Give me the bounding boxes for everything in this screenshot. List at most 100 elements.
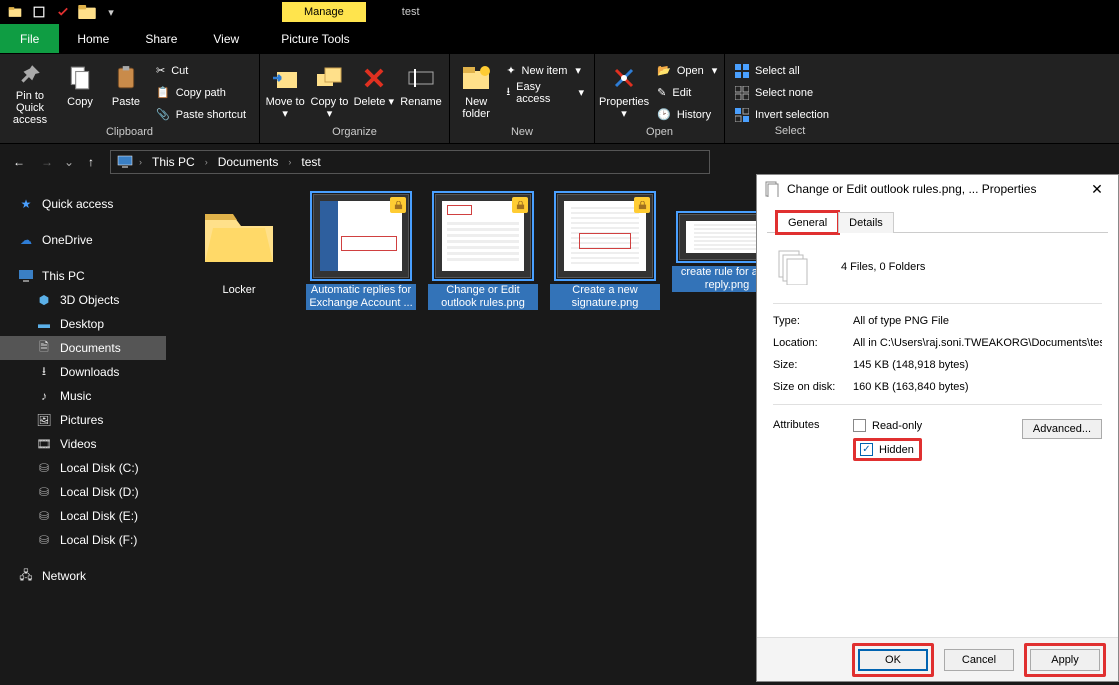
file-item-image[interactable]: Automatic replies for Exchange Account .… <box>306 194 416 685</box>
lock-icon <box>512 197 528 213</box>
sidebar-item-downloads[interactable]: ⭳Downloads <box>0 360 166 384</box>
select-all-button[interactable]: Select all <box>729 60 835 81</box>
chevron-icon[interactable]: › <box>203 157 210 167</box>
select-none-button[interactable]: Select none <box>729 82 835 103</box>
group-clipboard-label: Clipboard <box>4 126 255 143</box>
chevron-icon[interactable]: › <box>137 157 144 167</box>
size-key: Size: <box>773 359 853 371</box>
delete-button[interactable]: Delete ▾ <box>353 58 395 126</box>
pin-quick-access-button[interactable]: Pin to Quick access <box>4 58 56 126</box>
properties-label: Properties ▾ <box>599 96 649 120</box>
copy-to-button[interactable]: Copy to ▾ <box>308 58 350 126</box>
disk-icon: ⛁ <box>36 508 52 524</box>
crumb-documents[interactable]: Documents <box>214 155 283 169</box>
qat-check-icon[interactable] <box>52 2 74 22</box>
pictures-label: Pictures <box>60 413 103 427</box>
sidebar-item-3d-objects[interactable]: ⬢3D Objects <box>0 288 166 312</box>
contextual-tab-manage[interactable]: Manage <box>282 2 366 22</box>
copy-button[interactable]: Copy <box>58 58 102 126</box>
quick-access-toolbar: ▾ <box>4 2 122 22</box>
close-button[interactable]: ✕ <box>1084 176 1110 202</box>
file-item-image[interactable]: Change or Edit outlook rules.png <box>428 194 538 685</box>
paste-button[interactable]: Paste <box>104 58 148 126</box>
cancel-button[interactable]: Cancel <box>944 649 1014 671</box>
cut-button[interactable]: ✂Cut <box>150 60 252 81</box>
sidebar-item-music[interactable]: ♪Music <box>0 384 166 408</box>
open-button[interactable]: 📂Open▾ <box>651 60 723 81</box>
tab-details[interactable]: Details <box>838 212 894 233</box>
nav-up-button[interactable]: ↑ <box>78 149 104 175</box>
move-to-button[interactable]: Move to ▾ <box>264 58 306 126</box>
copy-path-button[interactable]: 📋Copy path <box>150 82 252 103</box>
tab-file[interactable]: File <box>0 24 59 53</box>
open-label: Open <box>677 65 704 77</box>
sidebar-item-disk-f[interactable]: ⛁Local Disk (F:) <box>0 528 166 552</box>
easy-access-button[interactable]: ⭳Easy access▾ <box>500 82 590 103</box>
edit-button[interactable]: ✎Edit <box>651 82 723 103</box>
rename-button[interactable]: Rename <box>397 58 445 126</box>
nav-back-button[interactable]: ← <box>6 149 32 175</box>
sidebar-item-disk-c[interactable]: ⛁Local Disk (C:) <box>0 456 166 480</box>
crumb-test[interactable]: test <box>297 155 324 169</box>
apply-button[interactable]: Apply <box>1030 649 1100 671</box>
dialog-title-bar[interactable]: Change or Edit outlook rules.png, ... Pr… <box>757 175 1118 203</box>
nav-recent-button[interactable]: ⌄ <box>62 149 76 175</box>
qat-dropdown-icon[interactable]: ▾ <box>100 2 122 22</box>
sidebar-item-disk-d[interactable]: ⛁Local Disk (D:) <box>0 480 166 504</box>
cube-icon: ⬢ <box>36 292 52 308</box>
sidebar-item-network[interactable]: 🖧 Network <box>0 564 166 588</box>
invert-selection-button[interactable]: Invert selection <box>729 104 835 125</box>
sidebar-item-quick-access[interactable]: ★Quick access <box>0 192 166 216</box>
crumb-this-pc[interactable]: This PC <box>148 155 199 169</box>
properties-button[interactable]: Properties ▾ <box>599 58 649 126</box>
sidebar-item-pictures[interactable]: 🖼 Pictures <box>0 408 166 432</box>
type-key: Type: <box>773 315 853 327</box>
disk-size-value: 160 KB (163,840 bytes) <box>853 381 1102 393</box>
tab-picture-tools[interactable]: Picture Tools <box>263 24 367 53</box>
ribbon-tabs: File Home Share View Picture Tools <box>0 24 1119 54</box>
new-folder-button[interactable]: New folder <box>454 58 498 126</box>
hidden-checkbox[interactable]: Hidden <box>860 443 914 456</box>
tab-share[interactable]: Share <box>127 24 195 53</box>
paste-shortcut-button[interactable]: 📎Paste shortcut <box>150 104 252 125</box>
easy-access-label: Easy access <box>516 81 570 105</box>
file-item-image[interactable]: Create a new signature.png <box>550 194 660 685</box>
sidebar-item-onedrive[interactable]: ☁OneDrive <box>0 228 166 252</box>
copy-icon <box>64 62 96 94</box>
ribbon: Pin to Quick access Copy Paste ✂Cut 📋Cop… <box>0 54 1119 144</box>
network-label: Network <box>42 569 86 583</box>
group-clipboard: Pin to Quick access Copy Paste ✂Cut 📋Cop… <box>0 54 260 143</box>
apply-highlight: Apply <box>1024 643 1106 677</box>
readonly-label: Read-only <box>872 420 922 432</box>
size-value: 145 KB (148,918 bytes) <box>853 359 1102 371</box>
nav-forward-button[interactable]: → <box>34 149 60 175</box>
desktop-label: Desktop <box>60 317 104 331</box>
readonly-checkbox[interactable]: Read-only <box>853 419 922 432</box>
tab-home[interactable]: Home <box>59 24 127 53</box>
sidebar-item-desktop[interactable]: ▬Desktop <box>0 312 166 336</box>
easy-access-icon: ⭳ <box>506 83 510 102</box>
file-item-folder[interactable]: Locker <box>184 194 294 685</box>
address-input[interactable]: › This PC › Documents › test <box>110 150 710 174</box>
disk-f-label: Local Disk (F:) <box>60 533 137 547</box>
tab-view[interactable]: View <box>195 24 257 53</box>
sidebar-item-videos[interactable]: 🎞Videos <box>0 432 166 456</box>
folder-menu-icon[interactable] <box>4 2 26 22</box>
pictures-icon: 🖼 <box>36 412 52 428</box>
sidebar-item-documents[interactable]: 🗎Documents <box>0 336 166 360</box>
select-none-icon <box>735 86 749 100</box>
new-item-button[interactable]: ✦New item▾ <box>500 60 590 81</box>
history-label: History <box>677 109 711 121</box>
chevron-icon[interactable]: › <box>286 157 293 167</box>
advanced-button[interactable]: Advanced... <box>1022 419 1102 439</box>
pin-icon <box>14 62 46 88</box>
tab-general[interactable]: General <box>777 212 838 233</box>
qat-folder-icon[interactable] <box>76 2 98 22</box>
sidebar-item-this-pc[interactable]: This PC <box>0 264 166 288</box>
ok-button[interactable]: OK <box>858 649 928 671</box>
edit-icon: ✎ <box>657 86 666 99</box>
network-icon: 🖧 <box>18 568 34 584</box>
history-button[interactable]: 🕑History <box>651 104 723 125</box>
qat-new-icon[interactable] <box>28 2 50 22</box>
sidebar-item-disk-e[interactable]: ⛁Local Disk (E:) <box>0 504 166 528</box>
